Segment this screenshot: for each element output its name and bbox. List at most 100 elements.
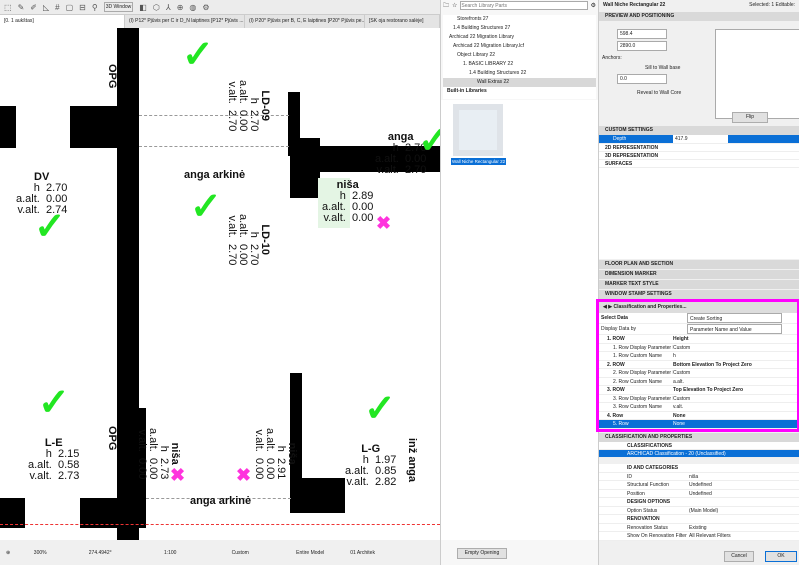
prop-row[interactable]: Structural Function Undefined bbox=[599, 481, 799, 490]
param-row[interactable]: 2. ROW Bottom Elevation To Project Zero bbox=[599, 360, 797, 369]
section-classification[interactable]: CLASSIFICATION AND PROPERTIES bbox=[599, 432, 799, 442]
cross-icon: ✖ bbox=[236, 465, 252, 485]
prop-row[interactable]: ID niša bbox=[599, 472, 799, 481]
sub-2d[interactable]: 2D REPRESENTATION bbox=[599, 144, 799, 152]
checkmark-icon: ✓ bbox=[34, 206, 66, 248]
section-line bbox=[0, 524, 440, 525]
zoom-value[interactable]: 300% bbox=[20, 550, 60, 556]
tab-floor-plan[interactable]: [0. 1 aukštas] bbox=[0, 15, 125, 28]
tab-sk[interactable]: [SK oja restorano salėje] bbox=[365, 15, 440, 28]
classifications-header: CLASSIFICATIONS bbox=[599, 441, 799, 450]
empty-opening-button[interactable]: Empty Opening bbox=[457, 548, 507, 559]
section-dimension-marker[interactable]: DIMENSION MARKER bbox=[599, 270, 799, 279]
zoom-icon[interactable]: ⚲ bbox=[92, 3, 98, 12]
gear-icon[interactable]: ⚙ bbox=[591, 2, 596, 9]
sub-surfaces[interactable]: SURFACES bbox=[599, 160, 799, 168]
param-row[interactable]: 1. Row Custom Name h bbox=[599, 352, 797, 361]
label-anga-arkine: anga arkinė bbox=[190, 495, 252, 507]
ok-button[interactable]: OK bbox=[765, 551, 797, 562]
prop-row[interactable]: Renovation Status Existing bbox=[599, 523, 799, 532]
prop-row[interactable]: Show On Renovation Filter All Relevant Fi… bbox=[599, 532, 799, 541]
display-by-label: Display Data by bbox=[601, 326, 637, 332]
cancel-button[interactable]: Cancel bbox=[724, 551, 754, 562]
section-marker-text[interactable]: MARKER TEXT STYLE bbox=[599, 280, 799, 289]
param-row[interactable]: 4. Row None bbox=[599, 411, 797, 420]
tab-section-p12[interactable]: (I) P12* Pjūvis per C ir D_N laiptines [… bbox=[125, 15, 245, 28]
prop-row[interactable]: Position Undefined bbox=[599, 489, 799, 498]
param-row[interactable]: 2. Row Custom Name a.alt. bbox=[599, 377, 797, 386]
arrow-tool-icon[interactable]: ⬚ bbox=[4, 3, 12, 12]
tree-item[interactable]: Archicad 22 Migration Library.lcf bbox=[443, 42, 596, 51]
tree-item[interactable]: 1.4 Building Structures 27 bbox=[443, 24, 596, 33]
reveal-dropdown[interactable]: Reveal to Wall Core bbox=[637, 90, 681, 96]
flip-button[interactable]: Flip bbox=[732, 112, 768, 123]
prop-row[interactable]: RENOVATION bbox=[599, 515, 799, 524]
classification-item[interactable]: ARCHICAD Classification - 20 (Unclassifi… bbox=[599, 449, 799, 458]
param-row-selected[interactable]: 5. Row None bbox=[599, 420, 797, 429]
param-row[interactable]: 3. ROW Top Elevation To Project Zero bbox=[599, 386, 797, 395]
section-custom[interactable]: CUSTOM SETTINGS bbox=[599, 126, 799, 135]
label-opg: OPG bbox=[106, 426, 118, 451]
tree-item[interactable]: 1.4 Building Structures 22 bbox=[443, 69, 596, 78]
pen-set-value[interactable]: Custom bbox=[210, 550, 270, 556]
grid-icon[interactable]: # bbox=[55, 3, 59, 12]
tree-item[interactable]: 1. BASIC LIBRARY 22 bbox=[443, 60, 596, 69]
tab-section-p20[interactable]: (I) P20* Pjūvis per B, C, E laiptines [P… bbox=[245, 15, 365, 28]
section-icon[interactable]: ◧ bbox=[139, 3, 147, 12]
depth-row[interactable]: Depth 417.9 bbox=[599, 135, 799, 144]
select-data-label: Select Data bbox=[601, 315, 628, 321]
section-floor-plan[interactable]: FLOOR PLAN AND SECTION bbox=[599, 260, 799, 269]
section-preview[interactable]: PREVIEW AND POSITIONING bbox=[599, 12, 799, 21]
star-icon[interactable]: ☆ bbox=[452, 2, 457, 9]
settings-icon[interactable]: ⚙ bbox=[202, 3, 209, 12]
param-row[interactable]: 3. Row Custom Name v.alt. bbox=[599, 403, 797, 412]
tree-item[interactable]: Built-in Libraries bbox=[443, 87, 596, 96]
floor-plan-canvas[interactable]: DV h 2.70 a.alt. 0.00 v.alt. 2.74 LD-09 h … bbox=[0, 28, 440, 540]
layer-value[interactable]: 01 Architek bbox=[350, 550, 375, 556]
3d-window-button[interactable]: 3D Window bbox=[103, 2, 134, 12]
library-search-input[interactable] bbox=[460, 1, 588, 10]
param-row[interactable]: 2. Row Display Parameter Name asCustom bbox=[599, 369, 797, 378]
sill-field[interactable]: 0.0 bbox=[617, 74, 667, 84]
model-view-value[interactable]: Entire Model bbox=[280, 550, 340, 556]
eyedropper-icon[interactable]: ✎ bbox=[18, 3, 25, 12]
display-by-dropdown[interactable]: Parameter Name and Value bbox=[687, 324, 782, 334]
param-row[interactable]: 1. Row Display Parameter Name asCustom bbox=[599, 343, 797, 352]
syringe-icon[interactable]: ✐ bbox=[30, 3, 37, 12]
folder-icon[interactable]: 🗀 bbox=[443, 1, 449, 11]
preview-label[interactable]: Wall Niche Rectangular 22 bbox=[451, 158, 507, 165]
render-icon[interactable]: ◍ bbox=[189, 3, 196, 12]
select-data-dropdown[interactable]: Create Sorting bbox=[687, 313, 782, 323]
section-window-stamp[interactable]: WINDOW STAMP SETTINGS bbox=[599, 290, 799, 299]
prop-row[interactable]: ID AND CATEGORIES bbox=[599, 464, 799, 473]
tree-item[interactable]: Object Library 22 bbox=[443, 51, 596, 60]
preview-box bbox=[715, 29, 799, 119]
tree-item-selected[interactable]: Wall Extras 22 bbox=[443, 78, 596, 87]
angle-value[interactable]: 274.4942° bbox=[70, 550, 130, 556]
scale-value[interactable]: 1:100 bbox=[140, 550, 200, 556]
height-field[interactable]: 2890.0 bbox=[617, 41, 667, 51]
label-ld10: LD-10 h 2.70 a.alt. 0.00 v.alt. 2.70 bbox=[226, 214, 271, 266]
wall-niche-thumbnail[interactable] bbox=[453, 104, 503, 156]
sub-3d[interactable]: 3D REPRESENTATION bbox=[599, 152, 799, 160]
axes-icon[interactable]: ⅄ bbox=[166, 3, 171, 12]
wall bbox=[290, 138, 320, 198]
view-icon[interactable]: ⊟ bbox=[79, 3, 86, 12]
param-row[interactable]: 3. Row Display Parameter Name asCustom bbox=[599, 394, 797, 403]
prop-row[interactable]: Option Status (Main Model) bbox=[599, 506, 799, 515]
label-anga-arkine: anga arkinė bbox=[184, 169, 246, 181]
zoom-in-icon[interactable]: ⊕ bbox=[6, 550, 10, 556]
param-row[interactable]: 1. ROW Height bbox=[599, 335, 797, 344]
width-field[interactable]: 598.4 bbox=[617, 29, 667, 39]
snap-icon[interactable]: ⊕ bbox=[177, 3, 184, 12]
cube-icon[interactable]: ⬡ bbox=[153, 3, 160, 12]
prop-row[interactable]: DESIGN OPTIONS bbox=[599, 498, 799, 507]
guide-icon[interactable]: ◺ bbox=[43, 3, 49, 12]
library-panel: 🗀 ☆ ⚙ Storefronts 27 1.4 Building Struct… bbox=[440, 0, 598, 565]
sill-dropdown[interactable]: Sill to Wall base bbox=[645, 65, 680, 71]
layers-icon[interactable]: ▢ bbox=[66, 3, 74, 12]
object-title: Wall Niche Rectangular 22 bbox=[603, 2, 666, 8]
tree-item[interactable]: Storefronts 27 bbox=[443, 15, 596, 24]
page-title[interactable]: Classification and Properties... bbox=[613, 304, 686, 310]
tree-item[interactable]: Archicad 22 Migration Library bbox=[443, 33, 596, 42]
